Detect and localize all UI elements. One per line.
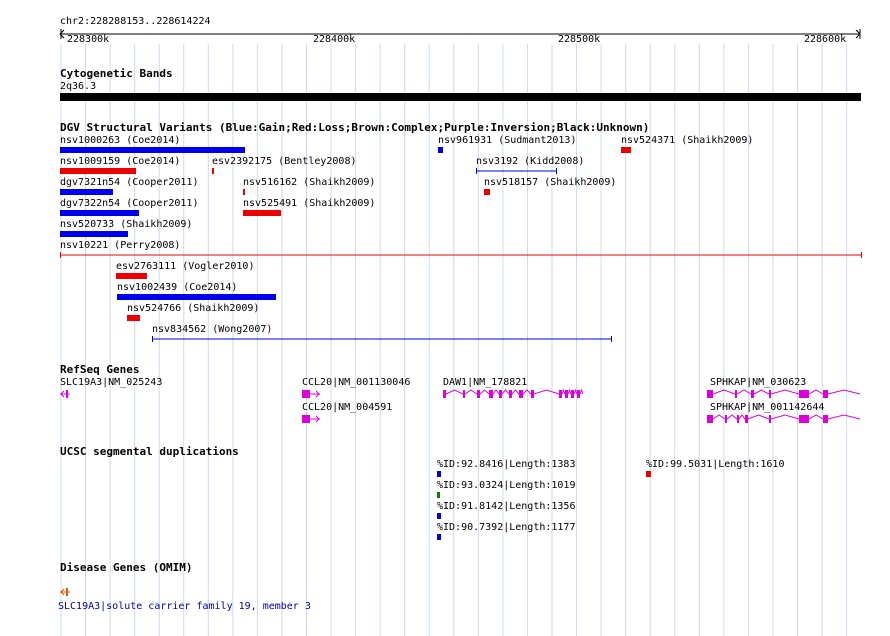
dgv-feature-label: nsv961931 (Sudmant2013) (438, 135, 577, 146)
dgv-feature-bar[interactable] (60, 189, 113, 195)
dgv-feature-bar[interactable] (127, 315, 140, 321)
dgv-feature-label: esv2392175 (Bentley2008) (212, 156, 357, 167)
segdup-bar[interactable] (437, 492, 440, 498)
dgv-feature-label: nsv520733 (Shaikh2009) (60, 219, 193, 230)
dgv-feature-bar[interactable] (621, 147, 631, 153)
ruler-tick-label: 228600k (804, 34, 847, 45)
dgv-feature-bar[interactable] (117, 294, 276, 300)
gene-label: SPHKAP|NM_001142644 (710, 402, 825, 413)
ruler-tick-label: 228500k (558, 34, 601, 45)
segdup-label: %ID:91.8142|Length:1356 (437, 501, 576, 512)
cyto-track-title: Cytogenetic Bands (60, 67, 173, 80)
dgv-feature-label: nsv516162 (Shaikh2009) (243, 177, 376, 188)
dgv-feature-label: nsv525491 (Shaikh2009) (243, 198, 376, 209)
gene-model[interactable] (443, 388, 585, 400)
dgv-feature-label: dgv7322n54 (Cooper2011) (60, 198, 199, 209)
segdup-label: %ID:99.5031|Length:1610 (646, 459, 785, 470)
dgv-feature-bar[interactable] (60, 210, 139, 216)
dgv-feature-bar[interactable] (60, 147, 245, 153)
dgv-feature-bar[interactable] (116, 273, 147, 279)
segdup-bar[interactable] (437, 513, 441, 519)
segdup-bar[interactable] (437, 534, 441, 540)
ruler-axis (59, 29, 861, 39)
dgv-feature-bar[interactable] (212, 168, 214, 174)
dgv-feature-label: dgv7321n54 (Cooper2011) (60, 177, 199, 188)
dgv-feature-label: nsv524371 (Shaikh2009) (621, 135, 754, 146)
omim-gene-label[interactable]: SLC19A3|solute carrier family 19, member… (58, 601, 311, 612)
segdup-label: %ID:93.0324|Length:1019 (437, 480, 576, 491)
dgv-feature-bar[interactable] (484, 189, 490, 195)
gene-model[interactable] (302, 388, 324, 400)
segdup-bar[interactable] (646, 471, 651, 477)
ruler-tick-label: 228300k (67, 34, 110, 45)
dgv-feature-bar[interactable] (60, 168, 136, 174)
refseq-track-title: RefSeq Genes (60, 363, 140, 376)
dgv-feature-label: nsv1009159 (Coe2014) (60, 156, 181, 167)
gene-model[interactable] (58, 388, 72, 400)
gene-model[interactable] (707, 413, 861, 425)
dgv-feature-bar[interactable] (438, 147, 443, 153)
dgv-feature-bar[interactable] (243, 210, 281, 216)
dgv-feature-bar[interactable] (60, 231, 128, 237)
dgv-feature-label: nsv524766 (Shaikh2009) (127, 303, 260, 314)
gene-label: CCL20|NM_001130046 (302, 377, 411, 388)
dgv-feature-line[interactable] (152, 334, 614, 344)
gene-model[interactable] (707, 388, 861, 400)
segdup-label: %ID:92.8416|Length:1383 (437, 459, 576, 470)
dgv-feature-label: esv2763111 (Vogler2010) (116, 261, 255, 272)
gene-model[interactable] (302, 413, 324, 425)
ruler-tick-label: 228400k (313, 34, 356, 45)
dgv-feature-line[interactable] (476, 166, 558, 176)
segdup-bar[interactable] (437, 471, 441, 477)
gene-label: SLC19A3|NM_025243 (60, 377, 163, 388)
cyto-band-label: 2q36.3 (60, 81, 97, 92)
dgv-track-title: DGV Structural Variants (Blue:Gain;Red:L… (60, 121, 650, 134)
segdup-track-title: UCSC segmental duplications (60, 445, 239, 458)
dgv-feature-label: nsv518157 (Shaikh2009) (484, 177, 617, 188)
dgv-feature-label: nsv1002439 (Coe2014) (117, 282, 238, 293)
dgv-feature-bar[interactable] (243, 189, 245, 195)
cyto-band[interactable] (60, 93, 861, 101)
omim-gene-model[interactable] (58, 586, 72, 598)
omim-track-title: Disease Genes (OMIM) (60, 561, 193, 574)
dgv-feature-label: nsv1000263 (Coe2014) (60, 135, 181, 146)
gene-label: SPHKAP|NM_030623 (710, 377, 807, 388)
gene-label: CCL20|NM_004591 (302, 402, 393, 413)
dgv-feature-line[interactable] (60, 250, 863, 260)
gene-label: DAW1|NM_178821 (443, 377, 528, 388)
segdup-label: %ID:90.7392|Length:1177 (437, 522, 576, 533)
